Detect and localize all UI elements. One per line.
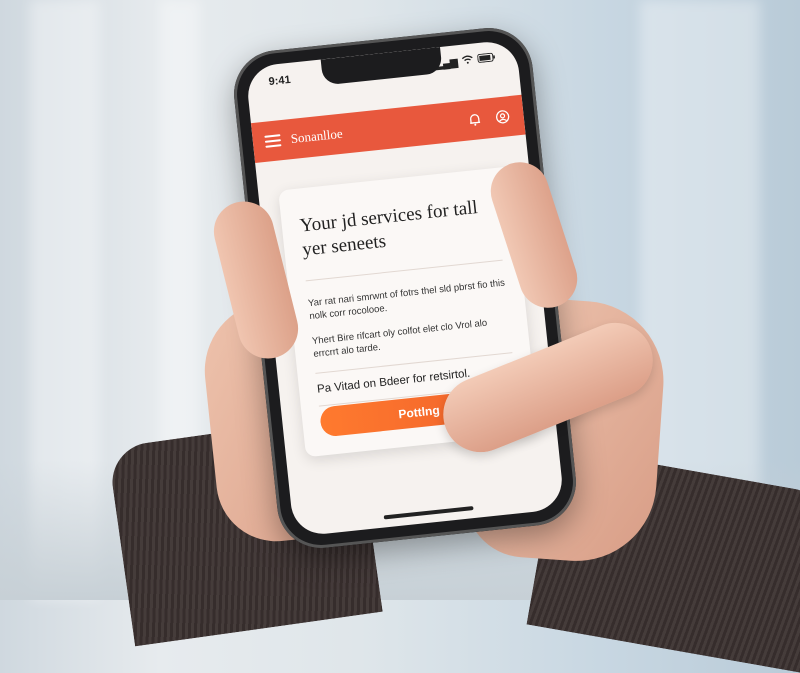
wifi-icon [461, 55, 474, 68]
home-indicator [383, 506, 474, 520]
bell-icon[interactable] [465, 110, 485, 130]
app-header: Sonanlloe [250, 94, 526, 163]
phone-screen: 9:41 ▂▄▆ Sonanlloe Your jd services for … [245, 39, 565, 537]
app-title: Sonanlloe [289, 125, 344, 147]
battery-icon [477, 52, 496, 66]
card-paragraph: Yhert Bire rifcart oly colfot elet clo V… [311, 317, 488, 360]
status-time: 9:41 [268, 73, 292, 89]
photo-scene: 9:41 ▂▄▆ Sonanlloe Your jd services for … [0, 0, 800, 673]
card-headline: Your jd services for tall yer seneets [298, 197, 479, 261]
user-icon[interactable] [493, 107, 513, 127]
hamburger-icon[interactable] [264, 134, 282, 148]
card-paragraph: Yar rat nari smrwnt of fotrs thel sld pb… [307, 277, 506, 323]
divider [305, 259, 503, 282]
status-icons: ▂▄▆ [435, 52, 496, 70]
